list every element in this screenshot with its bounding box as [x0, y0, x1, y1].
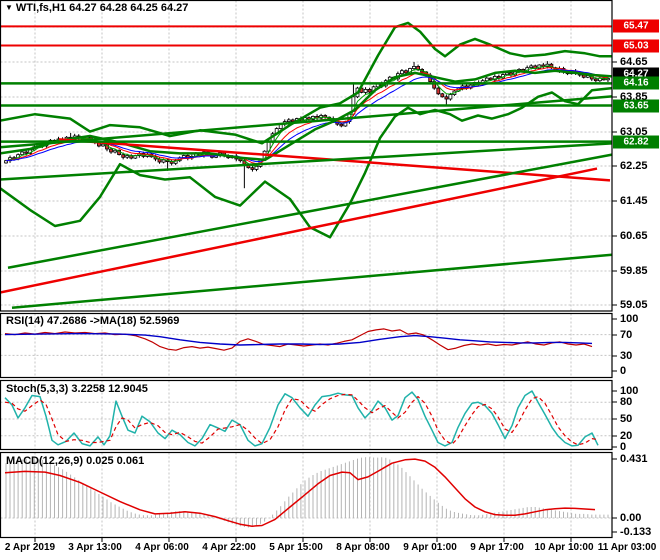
rsi-tick-label: 70	[620, 329, 633, 341]
rsi-label: RSI(14) 47.2686 ->MA(18) 52.5969	[6, 315, 180, 327]
rsi-tick-label: 100	[620, 313, 639, 325]
symbol-title: WTI,fs,H1	[15, 2, 67, 14]
band-lower-line	[0, 86, 613, 239]
price-badge-65.47: 65.47	[613, 19, 659, 33]
price-tick-label: 61.45	[620, 195, 648, 207]
time-tick-label: 3 Apr 13:00	[68, 542, 122, 553]
time-tick-label: 8 Apr 08:00	[336, 542, 390, 553]
stoch-tick-label: 0	[620, 441, 627, 453]
stoch-tick-label: 80	[620, 396, 633, 408]
time-tick-label: 4 Apr 06:00	[135, 542, 189, 553]
time-tick-label: 10 Apr 10:00	[534, 542, 594, 553]
symbol-dropdown-icon[interactable]: ▼	[5, 3, 13, 12]
candles-series	[4, 61, 610, 189]
price-badge-63.65: 63.65	[613, 99, 659, 113]
price-tick-label: 64.65	[620, 56, 648, 68]
macd-tick-label: 0.431	[620, 453, 648, 465]
price-tick-label: 59.85	[620, 265, 648, 277]
quote-ohlc: 64.27 64.28 64.25 64.27	[69, 2, 189, 14]
rsi-tick-label: 0	[620, 365, 627, 377]
time-tick-label: 11 Apr 03:00	[597, 542, 657, 553]
time-tick-label: 4 Apr 22:00	[202, 542, 256, 553]
macd-tick-label: -0.133	[620, 526, 652, 538]
trendline-1	[0, 167, 598, 294]
price-badge-64.16: 64.16	[613, 76, 659, 90]
stoch-k-line	[4, 390, 599, 447]
chart-title: ▼ WTI,fs,H1 64.27 64.28 64.25 64.27	[5, 2, 188, 14]
price-badge-65.03: 65.03	[613, 39, 659, 53]
time-tick-label: 2 Apr 2019	[4, 542, 56, 553]
price-tick-label: 62.25	[620, 160, 648, 172]
time-tick-label: 9 Apr 17:00	[470, 542, 524, 553]
stoch-tick-label: 50	[620, 413, 633, 425]
plot-area[interactable]	[0, 0, 660, 560]
macd-label: MACD(12,26,9) 0.025 0.061	[6, 455, 145, 467]
price-tick-label: 60.65	[620, 230, 648, 242]
trendline-5	[0, 95, 613, 149]
time-tick-label: 9 Apr 01:00	[403, 542, 457, 553]
rsi-tick-label: 30	[620, 350, 633, 362]
price-tick-label: 59.05	[620, 299, 648, 311]
chart-window: ▼ WTI,fs,H1 64.27 64.28 64.25 64.27 RSI(1…	[0, 0, 660, 560]
trendline-3	[7, 153, 613, 269]
macd-tick-label: 0.00	[620, 512, 642, 524]
price-badge-62.82: 62.82	[613, 135, 659, 149]
stoch-label: Stoch(5,3,3) 3.2258 12.9045	[6, 383, 148, 395]
axis-ticks	[34, 61, 617, 542]
time-tick-label: 5 Apr 15:00	[269, 542, 323, 553]
